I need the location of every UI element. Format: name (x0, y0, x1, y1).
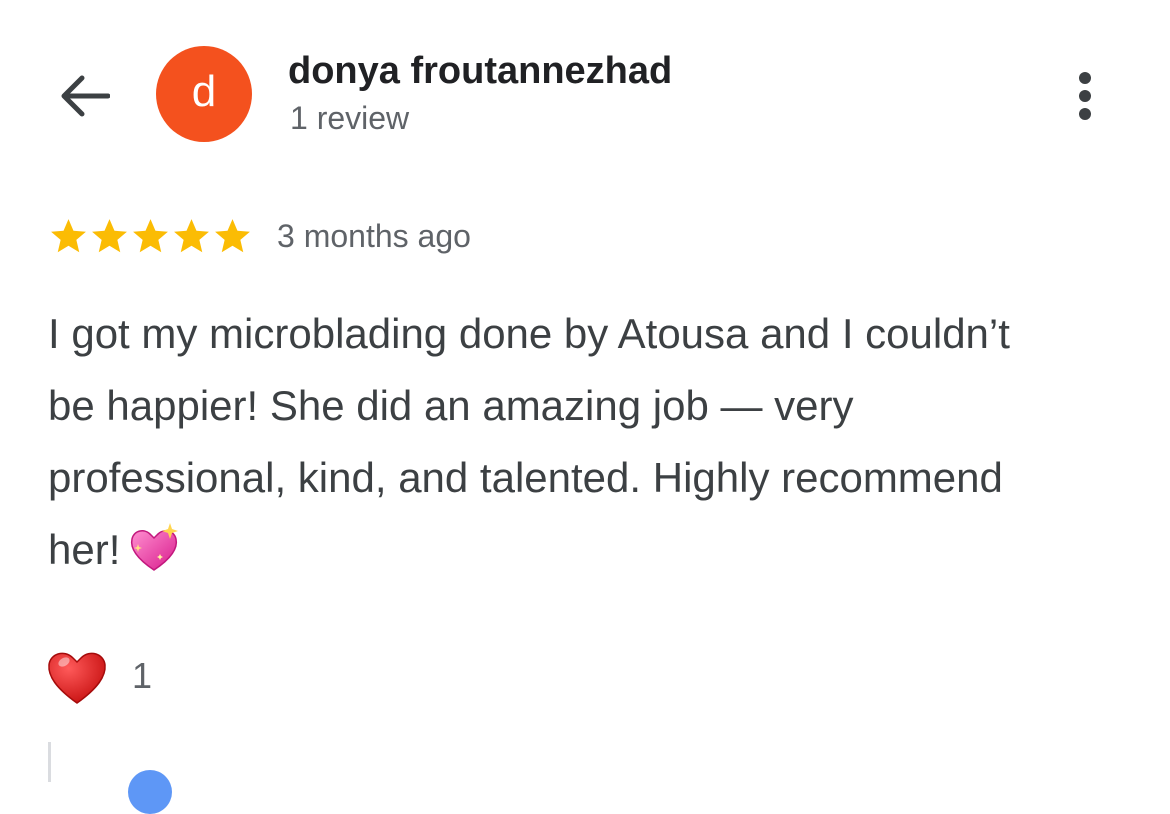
avatar-letter: d (191, 67, 217, 116)
more-options-button[interactable] (1062, 64, 1108, 128)
star-icon (215, 218, 250, 252)
star-rating (48, 216, 253, 257)
reply-thread-line (48, 742, 51, 782)
reviewer-name[interactable]: donya froutannezhad (288, 50, 672, 93)
more-vertical-icon (1079, 72, 1091, 120)
back-button[interactable] (52, 66, 116, 126)
sparkling-heart-emoji (131, 523, 179, 571)
review-text: I got my microblading done by Atousa and… (48, 298, 1068, 586)
owner-reply-avatar (128, 770, 172, 814)
arrow-left-icon (61, 75, 110, 117)
review-time: 3 months ago (277, 217, 471, 254)
reaction-button[interactable]: 1 (44, 640, 152, 712)
star-icon (133, 218, 168, 252)
reaction-count: 1 (132, 655, 153, 696)
rating-row: 3 months ago (48, 212, 471, 260)
review-count: 1 review (290, 100, 410, 136)
avatar[interactable]: d (156, 46, 252, 142)
red-heart-icon (48, 652, 106, 704)
star-icon (174, 218, 209, 252)
review-body: I got my microblading done by Atousa and… (48, 310, 1010, 573)
star-icon (51, 218, 86, 252)
star-icon (92, 218, 127, 252)
